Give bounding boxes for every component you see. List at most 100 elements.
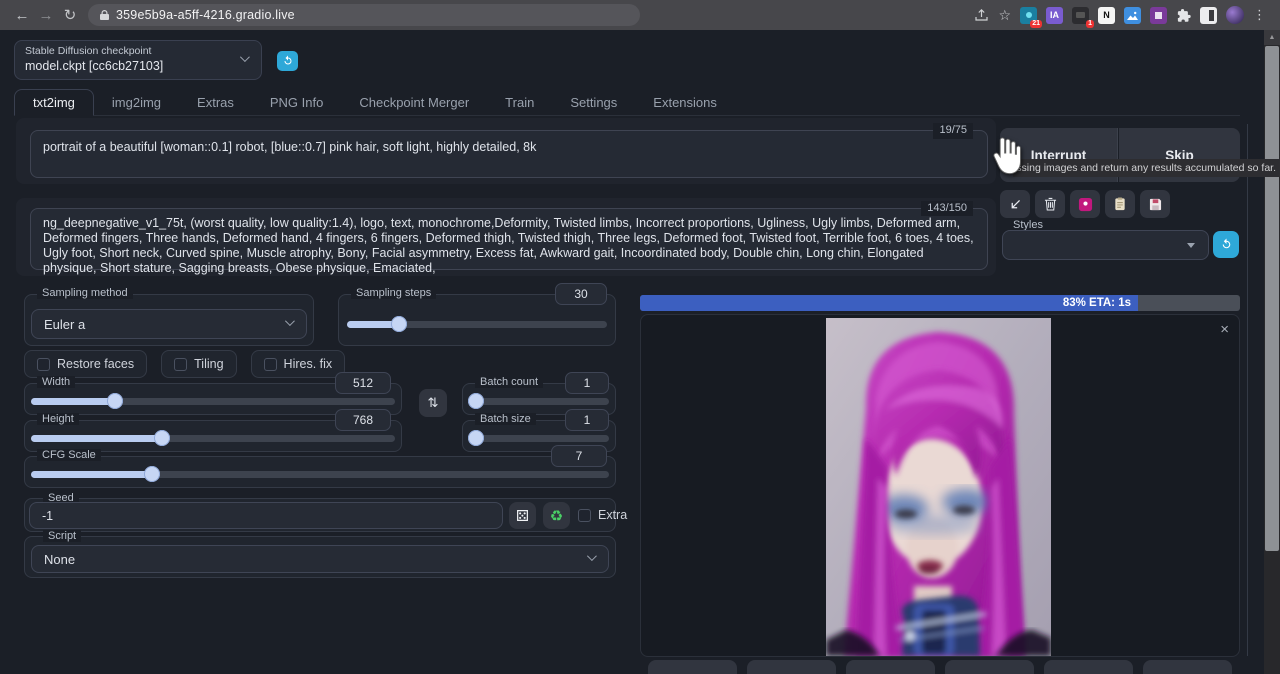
tab-extras[interactable]: Extras [179,89,252,115]
back-icon[interactable]: ← [10,7,34,24]
tiling-label: Tiling [194,357,223,371]
swap-arrows-icon: ⇅ [428,395,439,411]
width-slider[interactable] [31,398,395,405]
tiling-checkbox[interactable] [174,358,187,371]
script-group: Script None [24,536,616,578]
browser-menu-icon[interactable]: ⋮ [1253,7,1266,23]
tab-settings[interactable]: Settings [552,89,635,115]
prompt-block: portrait of a beautiful [woman::0.1] rob… [16,118,996,184]
hires-fix-checkbox[interactable] [264,358,277,371]
tab-png-info[interactable]: PNG Info [252,89,341,115]
floppy-save-icon [1149,198,1162,211]
slider-handle[interactable] [468,430,484,446]
gallery-action-button[interactable] [945,660,1034,674]
seed-extra-option[interactable]: Extra [578,508,627,522]
tab-train[interactable]: Train [487,89,552,115]
sidebar-panel-icon[interactable] [1200,7,1217,24]
profile-avatar[interactable] [1226,6,1244,24]
cfg-scale-slider[interactable] [31,471,609,478]
batch-count-slider[interactable] [469,398,609,405]
height-slider[interactable] [31,435,395,442]
batch-size-slider[interactable] [469,435,609,442]
slider-handle[interactable] [154,430,170,446]
chevron-down-icon [285,316,295,326]
scrollbar-thumb[interactable] [1265,46,1279,551]
height-value[interactable]: 768 [335,409,391,431]
hires-fix-option[interactable]: Hires. fix [251,350,346,378]
tab-txt2img[interactable]: txt2img [14,89,94,116]
slider-handle[interactable] [391,316,407,332]
trash-icon [1044,197,1057,211]
tab-extensions[interactable]: Extensions [635,89,735,115]
slider-handle[interactable] [107,393,123,409]
forward-icon[interactable]: → [34,7,58,24]
cfg-scale-label: CFG Scale [37,449,101,461]
styles-dropdown[interactable] [1002,230,1209,260]
seed-extra-checkbox[interactable] [578,509,591,522]
refresh-icon [1220,238,1233,251]
script-dropdown[interactable]: None [31,545,609,573]
extra-networks-button[interactable] [1070,190,1100,218]
gallery-action-button[interactable] [648,660,737,674]
slider-handle[interactable] [468,393,484,409]
gallery-action-button[interactable] [1044,660,1133,674]
reuse-seed-button[interactable]: ♻ [543,502,570,529]
random-seed-button[interactable]: ⚄ [509,502,536,529]
restore-faces-option[interactable]: Restore faces [24,350,147,378]
extension-icon-image[interactable] [1124,7,1141,24]
extension-icon-2[interactable]: 1 [1072,7,1089,24]
dropdown-arrow-icon [1187,243,1195,248]
batch-size-value[interactable]: 1 [565,409,609,431]
slider-handle[interactable] [144,466,160,482]
gallery-action-button[interactable] [1143,660,1232,674]
generated-image[interactable] [826,318,1051,656]
generation-progress-bar: 83% ETA: 1s [640,295,1240,311]
close-image-button[interactable]: × [1220,321,1229,338]
clear-prompt-button[interactable] [1035,190,1065,218]
seed-input[interactable]: -1 [29,502,503,529]
mouse-cursor-hand [992,136,1024,176]
extension-icon-1[interactable]: 21 [1020,7,1037,24]
scroll-up-arrow-icon[interactable]: ▲ [1264,30,1280,45]
clipboard-icon [1114,197,1126,211]
tiling-option[interactable]: Tiling [161,350,236,378]
height-group: Height 768 [24,420,402,452]
swap-dimensions-button[interactable]: ⇅ [419,389,447,417]
extension-icon-ia[interactable]: IA [1046,7,1063,24]
gallery-action-row [648,660,1232,674]
batch-count-value[interactable]: 1 [565,372,609,394]
app-window: ← → ↻ 359e5b9a-a5ff-4216.gradio.live ☆ 2… [0,0,1280,674]
restore-faces-checkbox[interactable] [37,358,50,371]
reload-icon[interactable]: ↻ [58,6,82,24]
browser-toolbar: ← → ↻ 359e5b9a-a5ff-4216.gradio.live ☆ 2… [0,0,1280,30]
batch-count-label: Batch count [475,376,543,388]
restore-faces-label: Restore faces [57,357,134,371]
extension-icon-notion[interactable]: N [1098,7,1115,24]
apply-style-button[interactable] [1105,190,1135,218]
gallery-action-button[interactable] [747,660,836,674]
tab-checkpoint-merger[interactable]: Checkpoint Merger [341,89,487,115]
bookmark-star-icon[interactable]: ☆ [998,7,1011,24]
checkpoint-selector[interactable]: Stable Diffusion checkpoint model.ckpt [… [14,40,262,80]
prompt-input[interactable]: portrait of a beautiful [woman::0.1] rob… [30,130,988,178]
checkpoint-value: model.ckpt [cc6cb27103] [25,59,251,73]
sampling-steps-value[interactable]: 30 [555,283,607,305]
gallery-action-button[interactable] [846,660,935,674]
sampling-method-dropdown[interactable]: Euler a [31,309,307,339]
sampling-steps-slider[interactable] [347,321,607,328]
save-style-button[interactable] [1140,190,1170,218]
negative-prompt-input[interactable]: ng_deepnegative_v1_75t, (worst quality, … [30,208,988,270]
progress-text: 83% ETA: 1s [1063,297,1138,309]
page-scrollbar[interactable]: ▲ [1264,30,1280,674]
refresh-checkpoint-button[interactable] [277,51,298,71]
negative-prompt-text: ng_deepnegative_v1_75t, (worst quality, … [43,216,974,275]
cfg-scale-value[interactable]: 7 [551,445,607,467]
width-value[interactable]: 512 [335,372,391,394]
extension-icon-onenote[interactable] [1150,7,1167,24]
tab-img2img[interactable]: img2img [94,89,179,115]
address-bar[interactable]: 359e5b9a-a5ff-4216.gradio.live [88,4,640,26]
refresh-styles-button[interactable] [1213,231,1239,258]
share-icon[interactable] [974,8,989,22]
paste-generation-params-button[interactable] [1000,190,1030,218]
extensions-puzzle-icon[interactable] [1176,8,1191,23]
